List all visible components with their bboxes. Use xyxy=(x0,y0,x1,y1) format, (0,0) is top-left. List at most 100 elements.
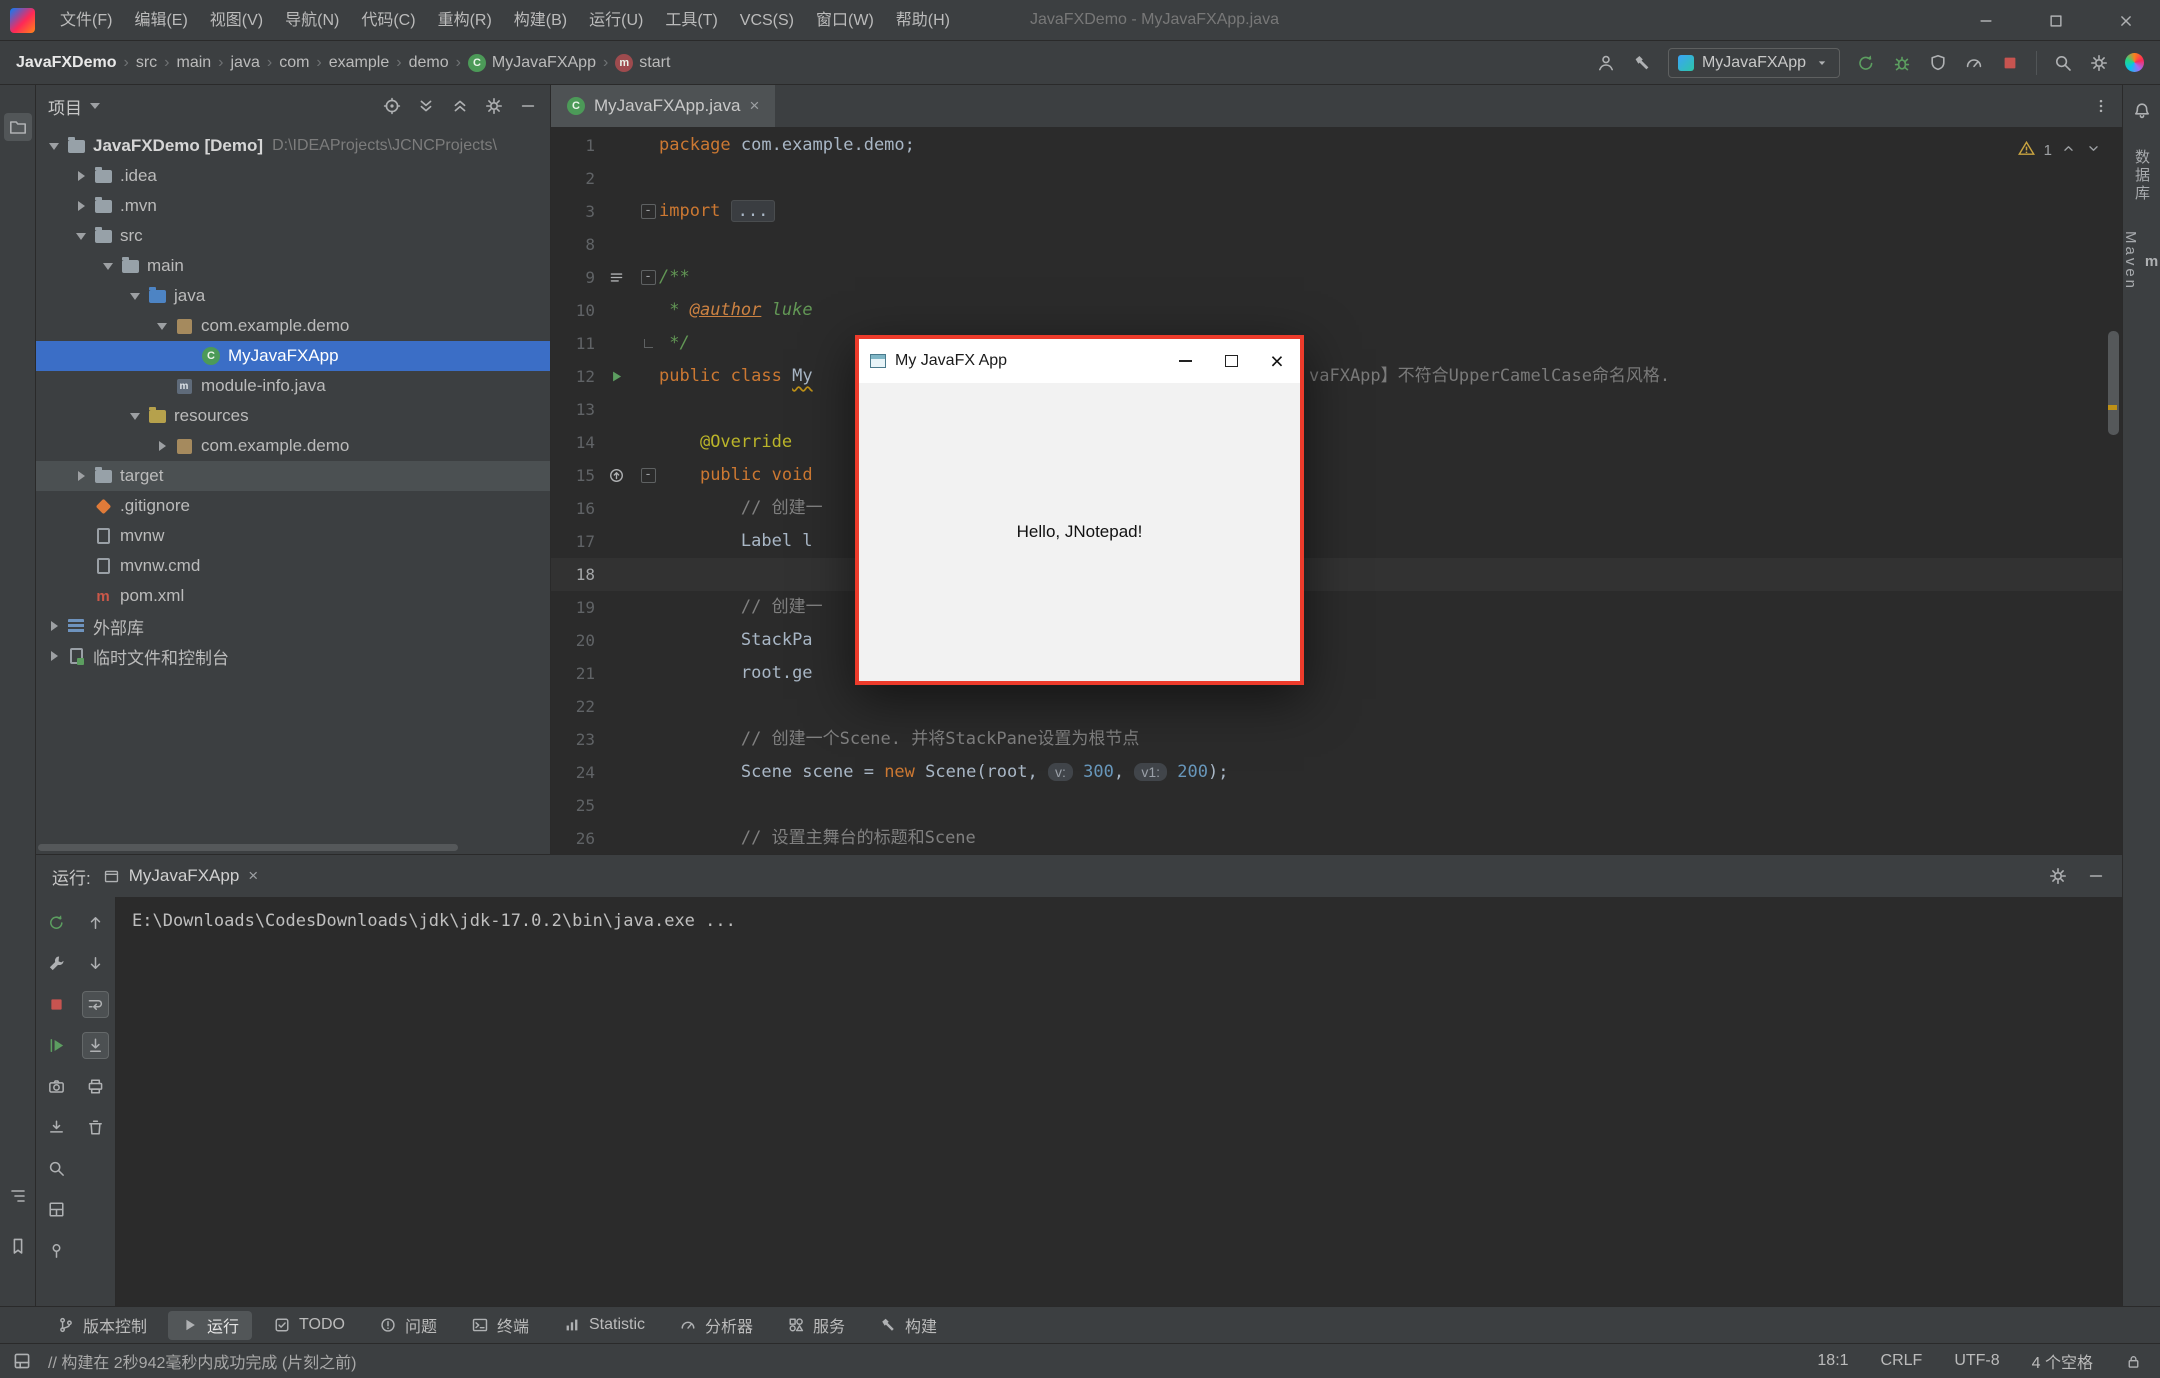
wrench-icon[interactable] xyxy=(43,950,70,977)
previous-problem-icon[interactable] xyxy=(2060,140,2077,161)
tree-item-main[interactable]: main xyxy=(36,251,550,281)
code-line-26[interactable]: 26 // 设置主舞台的标题和Scene xyxy=(551,822,2122,854)
stop-icon[interactable] xyxy=(43,991,70,1018)
doc-render-icon[interactable] xyxy=(608,269,625,286)
breadcrumb-item[interactable]: mstart xyxy=(615,54,670,72)
code-line-17[interactable]: 17 Label l xyxy=(551,525,2122,558)
breadcrumb-item[interactable]: CMyJavaFXApp xyxy=(468,54,596,72)
minimize-button[interactable] xyxy=(1966,0,2006,41)
close-icon[interactable]: × xyxy=(749,96,759,116)
tree-chevron-icon[interactable] xyxy=(71,233,91,240)
profiler-icon[interactable] xyxy=(1964,53,1984,73)
soft-wrap-icon[interactable] xyxy=(82,991,109,1018)
code-line-24[interactable]: 24 Scene scene = new Scene(root, v: 300,… xyxy=(551,756,2122,789)
tree-chevron-icon[interactable] xyxy=(152,323,172,330)
override-marker-icon[interactable] xyxy=(608,467,625,484)
run-line-icon[interactable] xyxy=(608,368,625,385)
tool-window-button-版本控制[interactable]: 版本控制 xyxy=(44,1311,160,1340)
menu-item[interactable]: 编辑(E) xyxy=(123,0,198,41)
code-line-22[interactable]: 22 xyxy=(551,690,2122,723)
menu-item[interactable]: 视图(V) xyxy=(199,0,274,41)
tool-window-button-分析器[interactable]: 分析器 xyxy=(666,1311,766,1340)
menu-item[interactable]: 代码(C) xyxy=(350,0,426,41)
menu-item[interactable]: 帮助(H) xyxy=(885,0,961,41)
breadcrumb-item[interactable]: main xyxy=(176,54,211,72)
fold-marker-icon[interactable]: - xyxy=(641,270,656,285)
find-icon[interactable] xyxy=(43,1155,70,1182)
tool-window-button-运行[interactable]: 运行 xyxy=(168,1311,252,1340)
tree-chevron-icon[interactable] xyxy=(44,621,64,631)
code-line-1[interactable]: 1package com.example.demo; xyxy=(551,129,2122,162)
menu-item[interactable]: 运行(U) xyxy=(578,0,654,41)
code-area[interactable]: 1package com.example.demo;23-import ...8… xyxy=(551,127,2122,854)
tree-item-resources[interactable]: resources xyxy=(36,401,550,431)
project-icon[interactable] xyxy=(4,113,32,141)
lock-icon[interactable] xyxy=(2125,1353,2142,1370)
tool-window-button-终端[interactable]: 终端 xyxy=(458,1311,542,1340)
code-line-15[interactable]: 15- public void xyxy=(551,459,2122,492)
menu-item[interactable]: 导航(N) xyxy=(274,0,350,41)
camera-icon[interactable] xyxy=(43,1073,70,1100)
tree-chevron-icon[interactable] xyxy=(98,263,118,270)
scroll-end-icon[interactable] xyxy=(82,1032,109,1059)
tree-item-.gitignore[interactable]: .gitignore xyxy=(36,491,550,521)
tree-chevron-icon[interactable] xyxy=(125,413,145,420)
print-icon[interactable] xyxy=(82,1073,109,1100)
maximize-button[interactable] xyxy=(2036,0,2076,41)
breadcrumb-item[interactable]: JavaFXDemo xyxy=(16,54,117,72)
code-line-14[interactable]: 14 @Override xyxy=(551,426,2122,459)
settings-icon[interactable] xyxy=(2089,53,2109,73)
tool-windows-icon[interactable] xyxy=(8,1347,36,1375)
tree-item-target[interactable]: target xyxy=(36,461,550,491)
tool-window-button-Statistic[interactable]: Statistic xyxy=(550,1311,658,1340)
minimize-button[interactable] xyxy=(1162,339,1208,383)
tree-item-外部库[interactable]: 外部库 xyxy=(36,611,550,641)
tree-item-com.example.demo[interactable]: com.example.demo xyxy=(36,431,550,461)
breadcrumb-item[interactable]: com xyxy=(279,54,309,72)
breadcrumb-item[interactable]: demo xyxy=(409,54,449,72)
tree-item-JavaFXDemo[interactable]: JavaFXDemo [Demo]D:\IDEAProjects\JCNCPro… xyxy=(36,131,550,161)
tree-chevron-icon[interactable] xyxy=(71,171,91,181)
code-line-9[interactable]: 9-/** xyxy=(551,261,2122,294)
close-button[interactable]: × xyxy=(1254,339,1300,383)
search-everywhere-icon[interactable] xyxy=(2053,53,2073,73)
user-icon[interactable] xyxy=(1596,53,1616,73)
hide-icon[interactable] xyxy=(2086,866,2106,886)
file-encoding[interactable]: UTF-8 xyxy=(1954,1352,1999,1370)
menu-item[interactable]: 文件(F) xyxy=(49,0,123,41)
tree-chevron-icon[interactable] xyxy=(44,651,64,661)
code-line-21[interactable]: 21 root.ge xyxy=(551,657,2122,690)
tree-chevron-icon[interactable] xyxy=(125,293,145,300)
project-title[interactable]: 项目 xyxy=(48,94,82,119)
menu-item[interactable]: 构建(B) xyxy=(503,0,578,41)
breadcrumb-item[interactable]: src xyxy=(136,54,157,72)
code-line-20[interactable]: 20 StackPa xyxy=(551,624,2122,657)
javafx-title-bar[interactable]: My JavaFX App × xyxy=(859,339,1300,383)
notifications-icon[interactable] xyxy=(2132,101,2152,121)
line-separator[interactable]: CRLF xyxy=(1881,1352,1923,1370)
layout-icon[interactable] xyxy=(43,1196,70,1223)
editor-tab[interactable]: C MyJavaFXApp.java × xyxy=(551,85,775,127)
coverage-icon[interactable] xyxy=(1928,53,1948,73)
code-line-13[interactable]: 13 xyxy=(551,393,2122,426)
tree-chevron-icon[interactable] xyxy=(71,201,91,211)
tree-chevron-icon[interactable] xyxy=(44,143,64,150)
tool-window-button-问题[interactable]: 问题 xyxy=(366,1311,450,1340)
tool-window-button-TODO[interactable]: TODO xyxy=(260,1311,358,1340)
menu-item[interactable]: 窗口(W) xyxy=(805,0,885,41)
code-line-11[interactable]: 11 */ xyxy=(551,327,2122,360)
tree-chevron-icon[interactable] xyxy=(71,471,91,481)
hide-icon[interactable] xyxy=(518,96,538,116)
plugins-icon[interactable] xyxy=(2125,53,2144,72)
structure-icon[interactable] xyxy=(4,1182,32,1210)
menu-item[interactable]: VCS(S) xyxy=(729,0,805,41)
breadcrumb-item[interactable]: java xyxy=(231,54,260,72)
dump-icon[interactable] xyxy=(43,1114,70,1141)
run-config-combo[interactable]: MyJavaFXApp xyxy=(1668,48,1840,78)
breadcrumb-item[interactable]: example xyxy=(329,54,389,72)
code-line-23[interactable]: 23 // 创建一个Scene. 并将StackPane设置为根节点 xyxy=(551,723,2122,756)
code-line-3[interactable]: 3-import ... xyxy=(551,195,2122,228)
run-tab[interactable]: MyJavaFXApp × xyxy=(103,866,258,886)
settings-icon[interactable] xyxy=(484,96,504,116)
up-icon[interactable] xyxy=(82,909,109,936)
